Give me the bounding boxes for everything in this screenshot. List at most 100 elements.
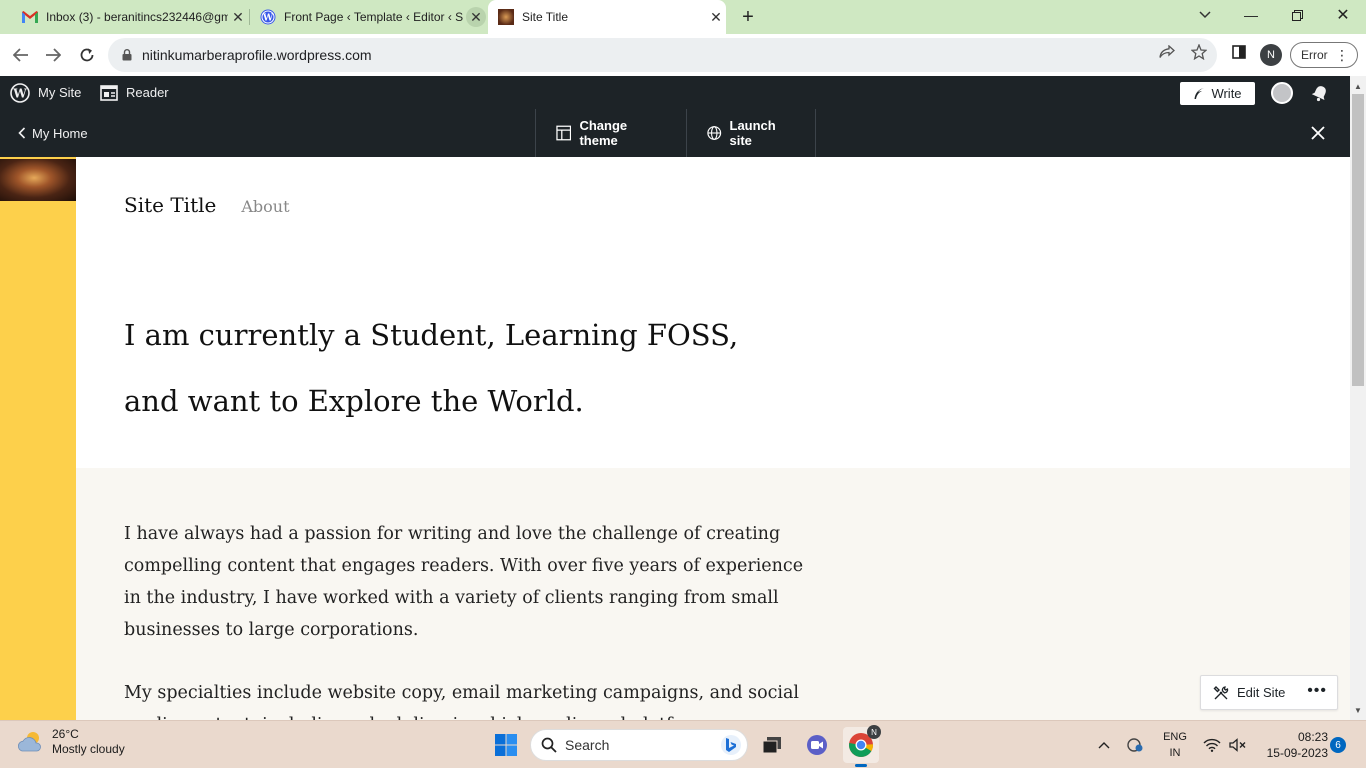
site-logo-image[interactable] <box>0 159 76 201</box>
error-label: Error <box>1301 48 1328 62</box>
restore-button[interactable] <box>1274 0 1320 30</box>
security-shield-icon[interactable] <box>1124 721 1146 769</box>
reload-button[interactable] <box>74 42 100 68</box>
profile-avatar[interactable]: N <box>1260 44 1282 66</box>
my-home-label: My Home <box>32 125 88 141</box>
write-button[interactable]: Write <box>1180 82 1255 105</box>
reader-link[interactable]: Reader <box>100 76 169 109</box>
clock-date: 15-09-2023 <box>1266 746 1328 760</box>
wp-admin-bar: W My Site Reader Write <box>0 76 1350 109</box>
error-button[interactable]: Error ⋮ <box>1290 42 1358 68</box>
lock-icon[interactable] <box>120 48 134 62</box>
url-text: nitinkumarberaprofile.wordpress.com <box>142 47 372 63</box>
hero-line: I am currently a Student, Learning FOSS, <box>124 318 739 352</box>
close-tab-icon[interactable]: ✕ <box>706 7 726 27</box>
system-clock[interactable]: 08:23 15-09-2023 <box>1256 729 1328 761</box>
change-theme-button[interactable]: Change theme <box>535 109 686 157</box>
quill-icon <box>1194 88 1205 99</box>
teams-chat-icon[interactable] <box>799 727 835 763</box>
active-app-indicator <box>855 764 867 767</box>
gmail-icon <box>22 9 38 25</box>
svg-text:W: W <box>262 14 274 24</box>
tab-title: Site Title <box>522 10 569 24</box>
notification-count-badge[interactable]: 6 <box>1330 737 1346 753</box>
chrome-taskbar-icon[interactable]: N <box>843 725 881 767</box>
close-tab-icon[interactable]: ✕ <box>466 7 486 27</box>
decorative-sidebar <box>0 157 76 720</box>
more-options-icon[interactable]: ••• <box>1307 682 1327 700</box>
weather-description: Mostly cloudy <box>52 742 125 756</box>
edit-site-label: Edit Site <box>1237 685 1286 700</box>
site-launch-bar: My Home Change theme Launch site <box>0 109 1350 157</box>
show-hidden-icons-chevron-icon[interactable] <box>1094 721 1114 769</box>
launch-site-button[interactable]: Launch site <box>686 109 816 157</box>
page-content: Site Title About I am currently a Studen… <box>0 157 1350 720</box>
site-header: Site Title About <box>124 193 290 217</box>
windows-taskbar: 26°C Mostly cloudy Search N ENG IN 08:23… <box>0 720 1366 768</box>
start-button[interactable] <box>488 727 524 763</box>
chevron-left-icon <box>18 127 26 139</box>
share-icon[interactable] <box>1157 42 1177 62</box>
back-button[interactable] <box>8 42 34 68</box>
weather-widget[interactable]: 26°C Mostly cloudy <box>16 727 125 757</box>
browser-toolbar: nitinkumarberaprofile.wordpress.com N Er… <box>0 34 1366 76</box>
task-view-icon[interactable] <box>754 727 790 763</box>
my-home-link[interactable]: My Home <box>18 109 88 157</box>
nav-link-about[interactable]: About <box>241 197 289 216</box>
svg-text:W: W <box>12 86 27 100</box>
user-avatar[interactable] <box>1271 82 1293 104</box>
chrome-profile-badge: N <box>867 725 881 739</box>
browser-tab-strip: Inbox (3) - beranitincs232446@gm ✕ W Fro… <box>0 0 1366 34</box>
close-icon[interactable] <box>1306 121 1330 145</box>
tools-icon <box>1213 685 1229 699</box>
taskbar-search[interactable]: Search <box>530 729 748 761</box>
about-text: I have always had a passion for writing … <box>124 518 814 720</box>
tab-title: Inbox (3) - beranitincs232446@gm <box>46 10 228 24</box>
tab-wordpress-editor[interactable]: W Front Page ‹ Template ‹ Editor ‹ S ✕ <box>250 0 486 34</box>
language-region: IN <box>1169 747 1181 759</box>
reader-icon <box>100 84 118 101</box>
close-window-button[interactable]: ✕ <box>1320 0 1366 30</box>
my-site-label: My Site <box>38 85 82 100</box>
page-scrollbar[interactable]: ▲ ▼ <box>1350 76 1366 720</box>
tab-title: Front Page ‹ Template ‹ Editor ‹ S <box>284 10 464 24</box>
globe-icon <box>707 126 722 140</box>
search-icon <box>541 737 557 753</box>
address-bar[interactable]: nitinkumarberaprofile.wordpress.com <box>108 38 1217 72</box>
edit-site-button[interactable]: Edit Site ••• <box>1200 675 1338 710</box>
wordpress-logo-icon: W <box>10 82 30 103</box>
cloudy-weather-icon <box>17 732 41 752</box>
windows-logo-icon <box>495 734 517 756</box>
hero-heading: I am currently a Student, Learning FOSS,… <box>124 302 824 434</box>
wifi-icon[interactable] <box>1201 721 1223 769</box>
tab-site-title[interactable]: Site Title ✕ <box>488 0 726 34</box>
new-tab-button[interactable]: + <box>736 6 760 28</box>
bookmark-star-icon[interactable] <box>1189 42 1209 62</box>
minimize-button[interactable]: — <box>1228 0 1274 30</box>
scroll-up-arrow-icon[interactable]: ▲ <box>1350 78 1366 94</box>
language-code: ENG <box>1163 731 1187 743</box>
close-tab-icon[interactable]: ✕ <box>228 7 248 27</box>
clock-time: 08:23 <box>1297 730 1328 744</box>
notifications-bell-icon[interactable] <box>1309 82 1331 104</box>
reader-label: Reader <box>126 85 169 100</box>
launch-site-label: Launch site <box>729 118 776 148</box>
hero-line: and want to Explore the World. <box>124 384 584 418</box>
site-title[interactable]: Site Title <box>124 193 216 217</box>
scrollbar-thumb[interactable] <box>1352 94 1364 386</box>
my-site-link[interactable]: W My Site <box>10 76 81 109</box>
tab-search-chevron-icon[interactable] <box>1182 0 1228 30</box>
change-theme-label: Change theme <box>579 118 628 148</box>
search-placeholder: Search <box>565 737 610 753</box>
input-language[interactable]: ENG IN <box>1160 729 1190 761</box>
forward-button[interactable] <box>40 42 66 68</box>
side-panel-icon[interactable] <box>1229 42 1249 62</box>
menu-dots-icon[interactable]: ⋮ <box>1335 46 1349 64</box>
bing-icon[interactable] <box>721 735 741 755</box>
scroll-down-arrow-icon[interactable]: ▼ <box>1350 702 1366 718</box>
tab-gmail[interactable]: Inbox (3) - beranitincs232446@gm ✕ <box>12 0 248 34</box>
volume-muted-icon[interactable] <box>1227 721 1249 769</box>
site-favicon <box>498 9 514 25</box>
weather-temperature: 26°C <box>52 727 79 741</box>
about-section: I have always had a passion for writing … <box>76 468 1350 720</box>
